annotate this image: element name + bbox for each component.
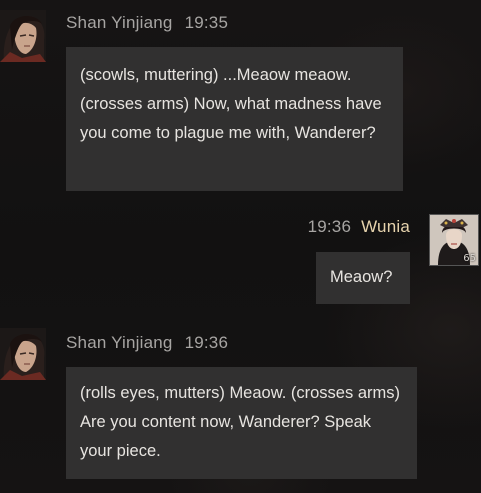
message-timestamp: 19:36 bbox=[184, 333, 229, 352]
message-timestamp: 19:36 bbox=[307, 217, 352, 236]
level-badge: 65 bbox=[463, 253, 476, 264]
message-header: Shan Yinjiang 19:36 bbox=[66, 333, 228, 353]
message-bubble-self: Meaow? bbox=[316, 252, 410, 304]
message-text: Meaow? bbox=[330, 268, 393, 286]
message-text: (rolls eyes, mutters) Meaow. (crosses ar… bbox=[80, 384, 400, 460]
sender-name: Shan Yinjiang bbox=[66, 333, 173, 352]
sender-name: Shan Yinjiang bbox=[66, 13, 173, 32]
npc-avatar-icon[interactable] bbox=[0, 328, 46, 380]
message-bubble: (rolls eyes, mutters) Meaow. (crosses ar… bbox=[66, 367, 417, 479]
message-bubble: (scowls, muttering) ...Meaow meaow. (cro… bbox=[66, 47, 403, 191]
message-header-self: 19:36 Wunia bbox=[308, 217, 410, 237]
sender-name: Wunia bbox=[361, 217, 410, 236]
player-avatar-icon[interactable]: 65 bbox=[429, 214, 479, 266]
npc-avatar-icon[interactable] bbox=[0, 10, 46, 62]
message-header: Shan Yinjiang 19:35 bbox=[66, 13, 228, 33]
message-text: (scowls, muttering) ...Meaow meaow. (cro… bbox=[80, 66, 382, 142]
message-timestamp: 19:35 bbox=[184, 13, 229, 32]
